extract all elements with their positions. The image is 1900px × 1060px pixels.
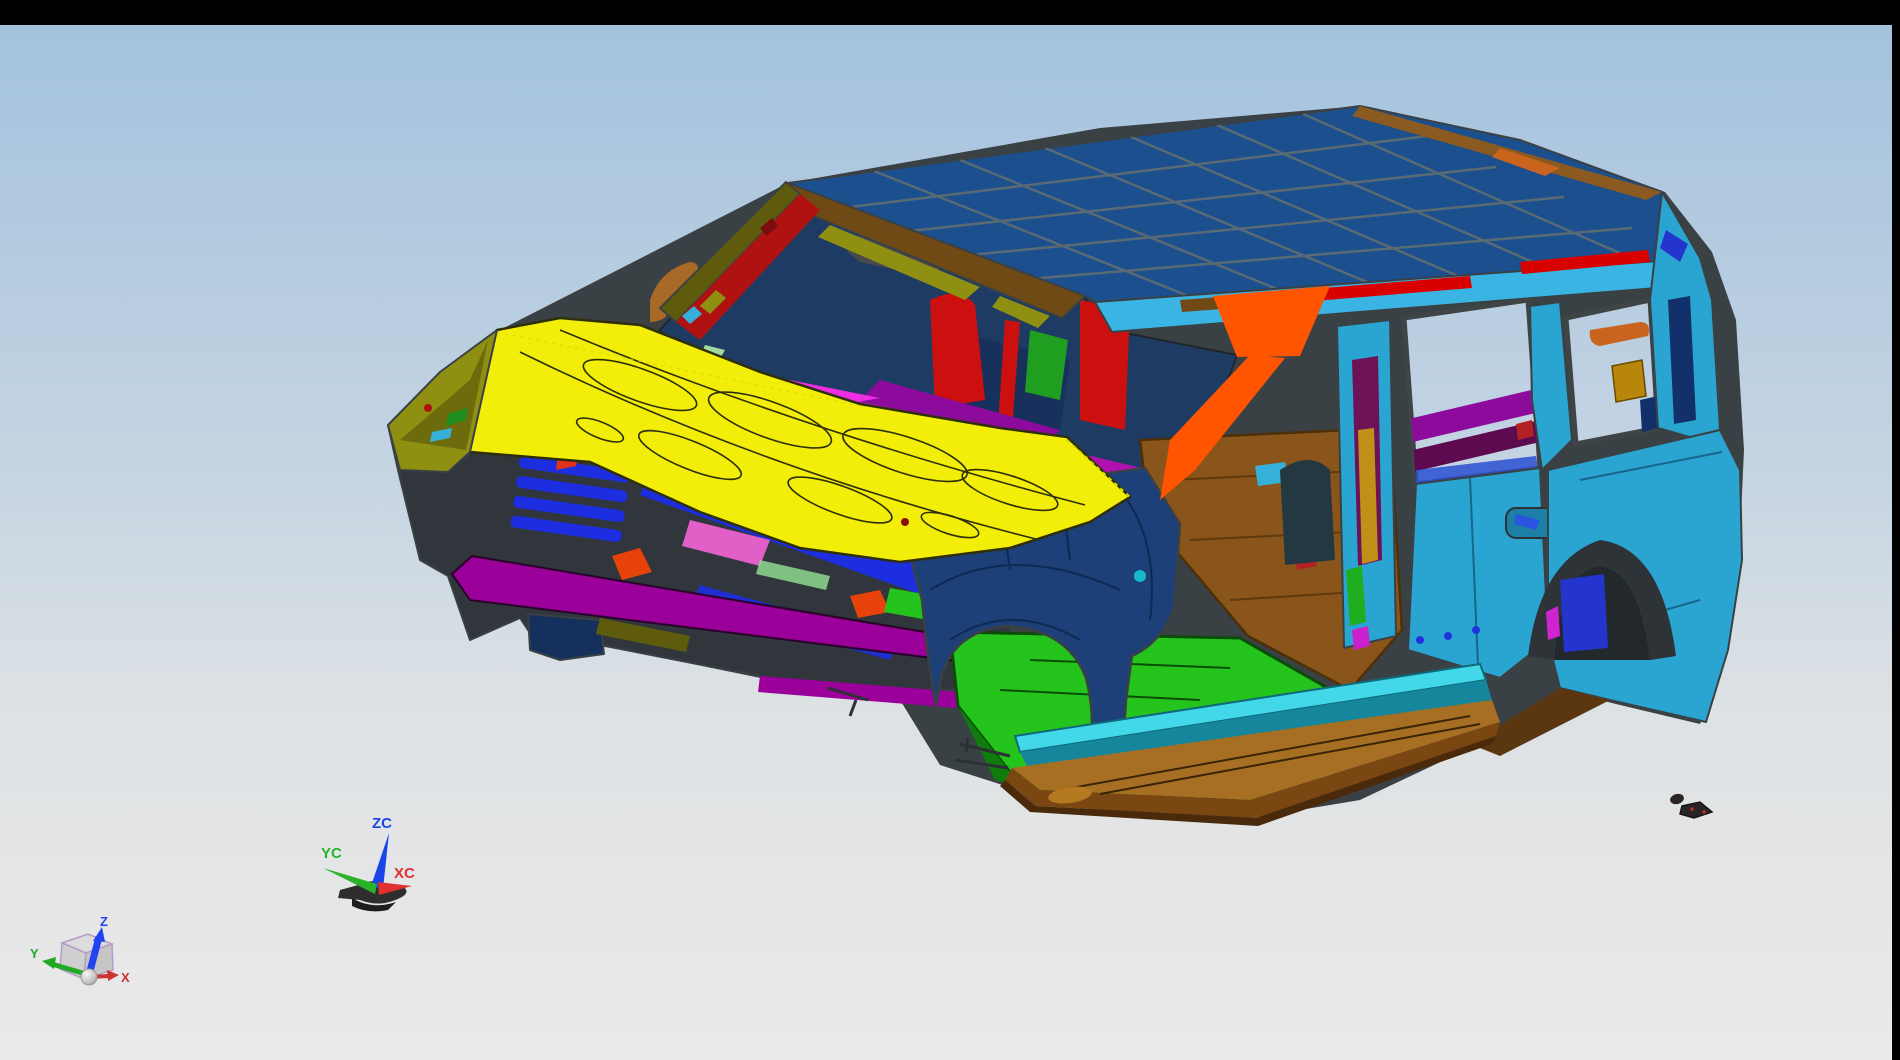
abs-y-label: Y (30, 946, 39, 961)
wcs-x-label: XC (394, 865, 415, 882)
graphics-viewport[interactable]: ZC YC XC Z Y X (0, 25, 1892, 1060)
wheel-house-box[interactable] (1560, 574, 1608, 652)
wcs-y-label: YC (321, 845, 342, 862)
window-top-bar (0, 0, 1900, 25)
b-pillar[interactable] (1337, 320, 1396, 650)
wcs-z-label: ZC (372, 815, 392, 832)
csys-origin-sphere (81, 969, 97, 985)
front-tow-bracket[interactable] (528, 614, 604, 660)
cad-application-window: ZC YC XC Z Y X (0, 0, 1900, 1060)
window-right-bar (1892, 0, 1900, 1060)
abs-z-label: Z (100, 914, 108, 929)
quarter-window[interactable] (1566, 300, 1658, 444)
viewport-canvas[interactable]: ZC YC XC Z Y X (0, 25, 1892, 1060)
abs-x-label: X (121, 970, 130, 985)
